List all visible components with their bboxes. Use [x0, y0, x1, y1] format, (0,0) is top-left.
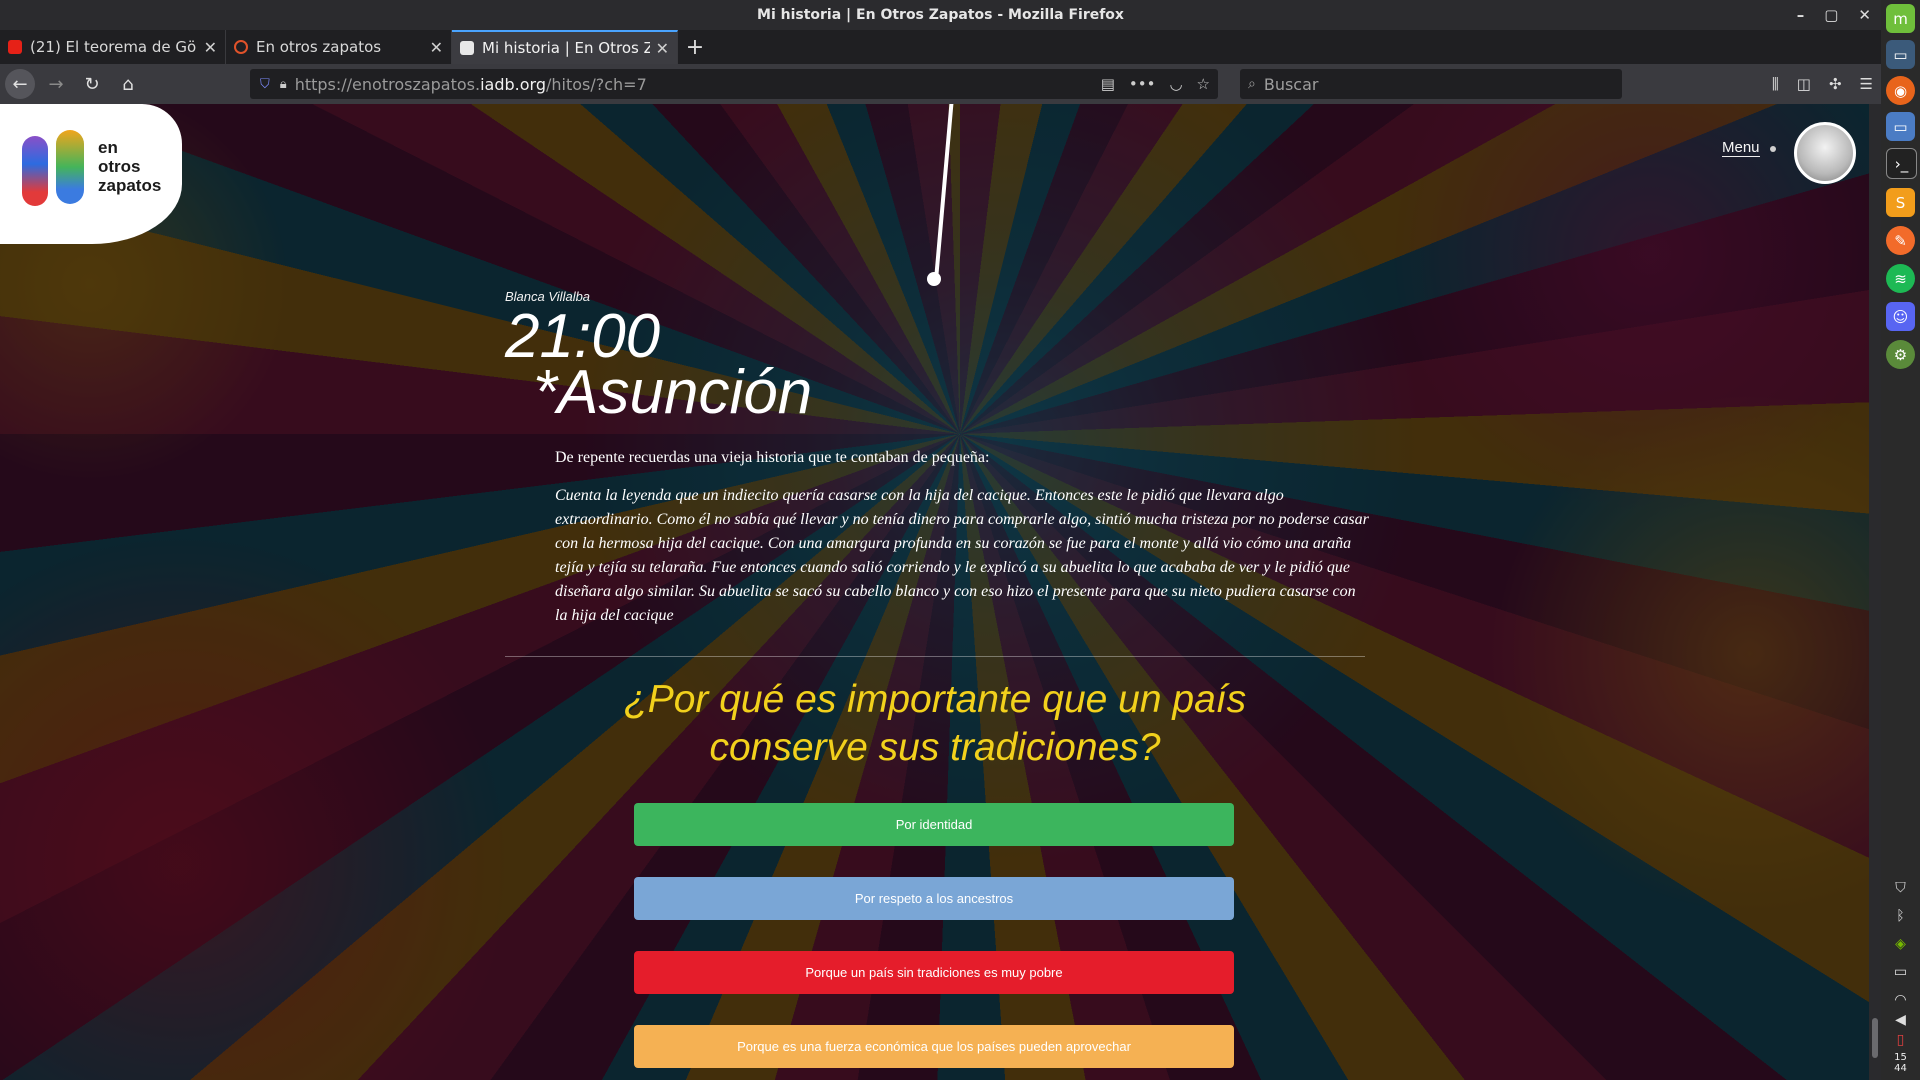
shield-icon: ⛉	[260, 76, 270, 92]
answer-option-identidad[interactable]: Por identidad	[634, 803, 1234, 846]
tab-mi-historia[interactable]: Mi historia | En Otros Z ✕	[452, 30, 678, 64]
library-icon[interactable]: ⫼	[1772, 75, 1779, 93]
clock-hour: 15	[1894, 1052, 1907, 1063]
logo-text: en otros zapatos	[98, 138, 161, 195]
display-icon[interactable]: ▭	[1886, 962, 1915, 982]
new-tab-button[interactable]: +	[678, 30, 712, 64]
answer-option-fuerza-economica[interactable]: Porque es una fuerza económica que los p…	[634, 1025, 1234, 1068]
hamburger-menu-icon[interactable]: ☰	[1860, 75, 1873, 93]
story-city: *Asunción	[533, 358, 813, 427]
close-tab-icon[interactable]: ✕	[204, 38, 217, 57]
search-bar[interactable]: ⌕ Buscar	[1240, 69, 1622, 99]
reader-view-icon[interactable]: ▤	[1101, 75, 1115, 93]
logo-word-3: zapatos	[98, 176, 162, 195]
footprint-left-icon	[22, 136, 48, 206]
minimize-button[interactable]: –	[1797, 6, 1805, 24]
question-heading: ¿Por qué es importante que un país conse…	[623, 678, 1247, 769]
clock-hand-line	[934, 104, 954, 280]
search-icon: ⌕	[1248, 76, 1256, 92]
window-controls: – ▢ ✕	[1797, 0, 1871, 30]
page-scrollbar[interactable]	[1869, 104, 1881, 1080]
sublime-text-icon[interactable]: S	[1886, 188, 1915, 217]
pocket-icon[interactable]: ◡	[1169, 75, 1182, 93]
youtube-favicon-icon	[8, 40, 22, 54]
reload-icon: ↻	[84, 73, 100, 95]
files-icon[interactable]: ▭	[1886, 112, 1915, 141]
site-favicon-icon	[234, 40, 248, 54]
logo-word-1: en	[98, 138, 118, 157]
web-page: en otros zapatos Menu Blanca Villalba 21…	[0, 104, 1869, 1080]
url-bar-actions: ▤ ••• ◡ ☆	[1101, 69, 1210, 99]
site-logo[interactable]: en otros zapatos	[0, 104, 182, 244]
answer-option-ancestros[interactable]: Por respeto a los ancestros	[634, 877, 1234, 920]
tab-label: En otros zapatos	[256, 38, 382, 56]
window-titlebar: Mi historia | En Otros Zapatos - Mozilla…	[0, 0, 1881, 30]
close-window-button[interactable]: ✕	[1858, 6, 1871, 24]
system-clock[interactable]: 15 44	[1881, 1052, 1920, 1074]
menu-link[interactable]: Menu	[1722, 139, 1760, 157]
bookmark-star-icon[interactable]: ☆	[1197, 75, 1210, 93]
volume-icon[interactable]: ◀	[1886, 1010, 1915, 1030]
home-button[interactable]: ⌂	[113, 69, 143, 99]
url-host: iadb.org	[480, 74, 546, 94]
bluetooth-icon[interactable]: ᛒ	[1886, 906, 1915, 926]
navigation-bar: ← → ↻ ⌂ ⛉ 🔒︎ https://enotroszapatos.iadb…	[0, 64, 1881, 104]
window-title: Mi historia | En Otros Zapatos - Mozilla…	[757, 7, 1124, 23]
mint-menu-icon[interactable]: m	[1886, 4, 1915, 33]
logo-word-2: otros	[98, 157, 141, 176]
divider	[505, 656, 1365, 657]
terminal-icon[interactable]: ›_	[1886, 148, 1917, 179]
tab-label: Mi historia | En Otros Z	[482, 39, 650, 57]
tab-youtube[interactable]: (21) El teorema de Gö ✕	[0, 30, 226, 64]
system-dock: m ▭ ◉ ▭ ›_ S ✎ ≋ ☺ ⚙ ⛉ ᛒ ◈ ▭ ◠ ◀ ▯ 15 44	[1881, 0, 1920, 1080]
spotify-icon[interactable]: ≋	[1886, 264, 1915, 293]
url-text: https://enotroszapatos.iadb.org/hitos/?c…	[295, 75, 647, 94]
desktop-icon[interactable]: ▭	[1886, 40, 1915, 69]
forward-button[interactable]: →	[41, 69, 71, 99]
discord-icon[interactable]: ☺	[1886, 302, 1915, 331]
avatar[interactable]	[1794, 122, 1856, 184]
clock-minute: 44	[1894, 1063, 1907, 1074]
arrow-left-icon: ←	[12, 73, 28, 95]
url-path: /hitos/?ch=7	[545, 74, 647, 94]
url-bar[interactable]: ⛉ 🔒︎ https://enotroszapatos.iadb.org/hit…	[250, 69, 1218, 99]
nvidia-icon[interactable]: ◈	[1886, 934, 1915, 954]
tab-bar: (21) El teorema de Gö ✕ En otros zapatos…	[0, 30, 1881, 64]
scrollbar-thumb[interactable]	[1872, 1018, 1878, 1058]
close-tab-icon[interactable]: ✕	[430, 38, 443, 57]
sidebar-icon[interactable]: ◫	[1797, 75, 1811, 93]
lock-icon: 🔒︎	[279, 76, 287, 92]
answer-option-pais-pobre[interactable]: Porque un país sin tradiciones es muy po…	[634, 951, 1234, 994]
story-intro: De repente recuerdas una vieja historia …	[555, 449, 990, 466]
toolbar-right: ⫼ ◫ ✣ ☰	[1772, 64, 1873, 104]
page-actions-icon[interactable]: •••	[1129, 75, 1156, 93]
story-text: Cuenta la leyenda que un indiecito querí…	[555, 487, 1369, 624]
clock-hand-dot	[927, 272, 941, 286]
reload-button[interactable]: ↻	[77, 69, 107, 99]
search-placeholder: Buscar	[1263, 74, 1319, 94]
footprint-right-icon	[56, 130, 84, 204]
tab-label: (21) El teorema de Gö	[30, 38, 197, 56]
site-favicon-icon	[460, 41, 474, 55]
tab-en-otros-zapatos[interactable]: En otros zapatos ✕	[226, 30, 452, 64]
pen-app-icon[interactable]: ✎	[1886, 226, 1915, 255]
extension-icon[interactable]: ✣	[1829, 75, 1842, 93]
menu-dot-icon	[1770, 146, 1776, 152]
firefox-icon[interactable]: ◉	[1886, 76, 1915, 105]
battery-icon[interactable]: ▯	[1886, 1030, 1915, 1050]
wifi-icon[interactable]: ◠	[1886, 990, 1915, 1010]
maximize-button[interactable]: ▢	[1824, 6, 1838, 24]
settings-gear-icon[interactable]: ⚙	[1886, 340, 1915, 369]
back-button[interactable]: ←	[5, 69, 35, 99]
url-prefix: https://enotroszapatos.	[294, 74, 481, 94]
home-icon: ⌂	[122, 73, 134, 95]
shield-tray-icon[interactable]: ⛉	[1886, 878, 1915, 898]
close-tab-icon[interactable]: ✕	[656, 39, 669, 58]
arrow-right-icon: →	[48, 73, 64, 95]
